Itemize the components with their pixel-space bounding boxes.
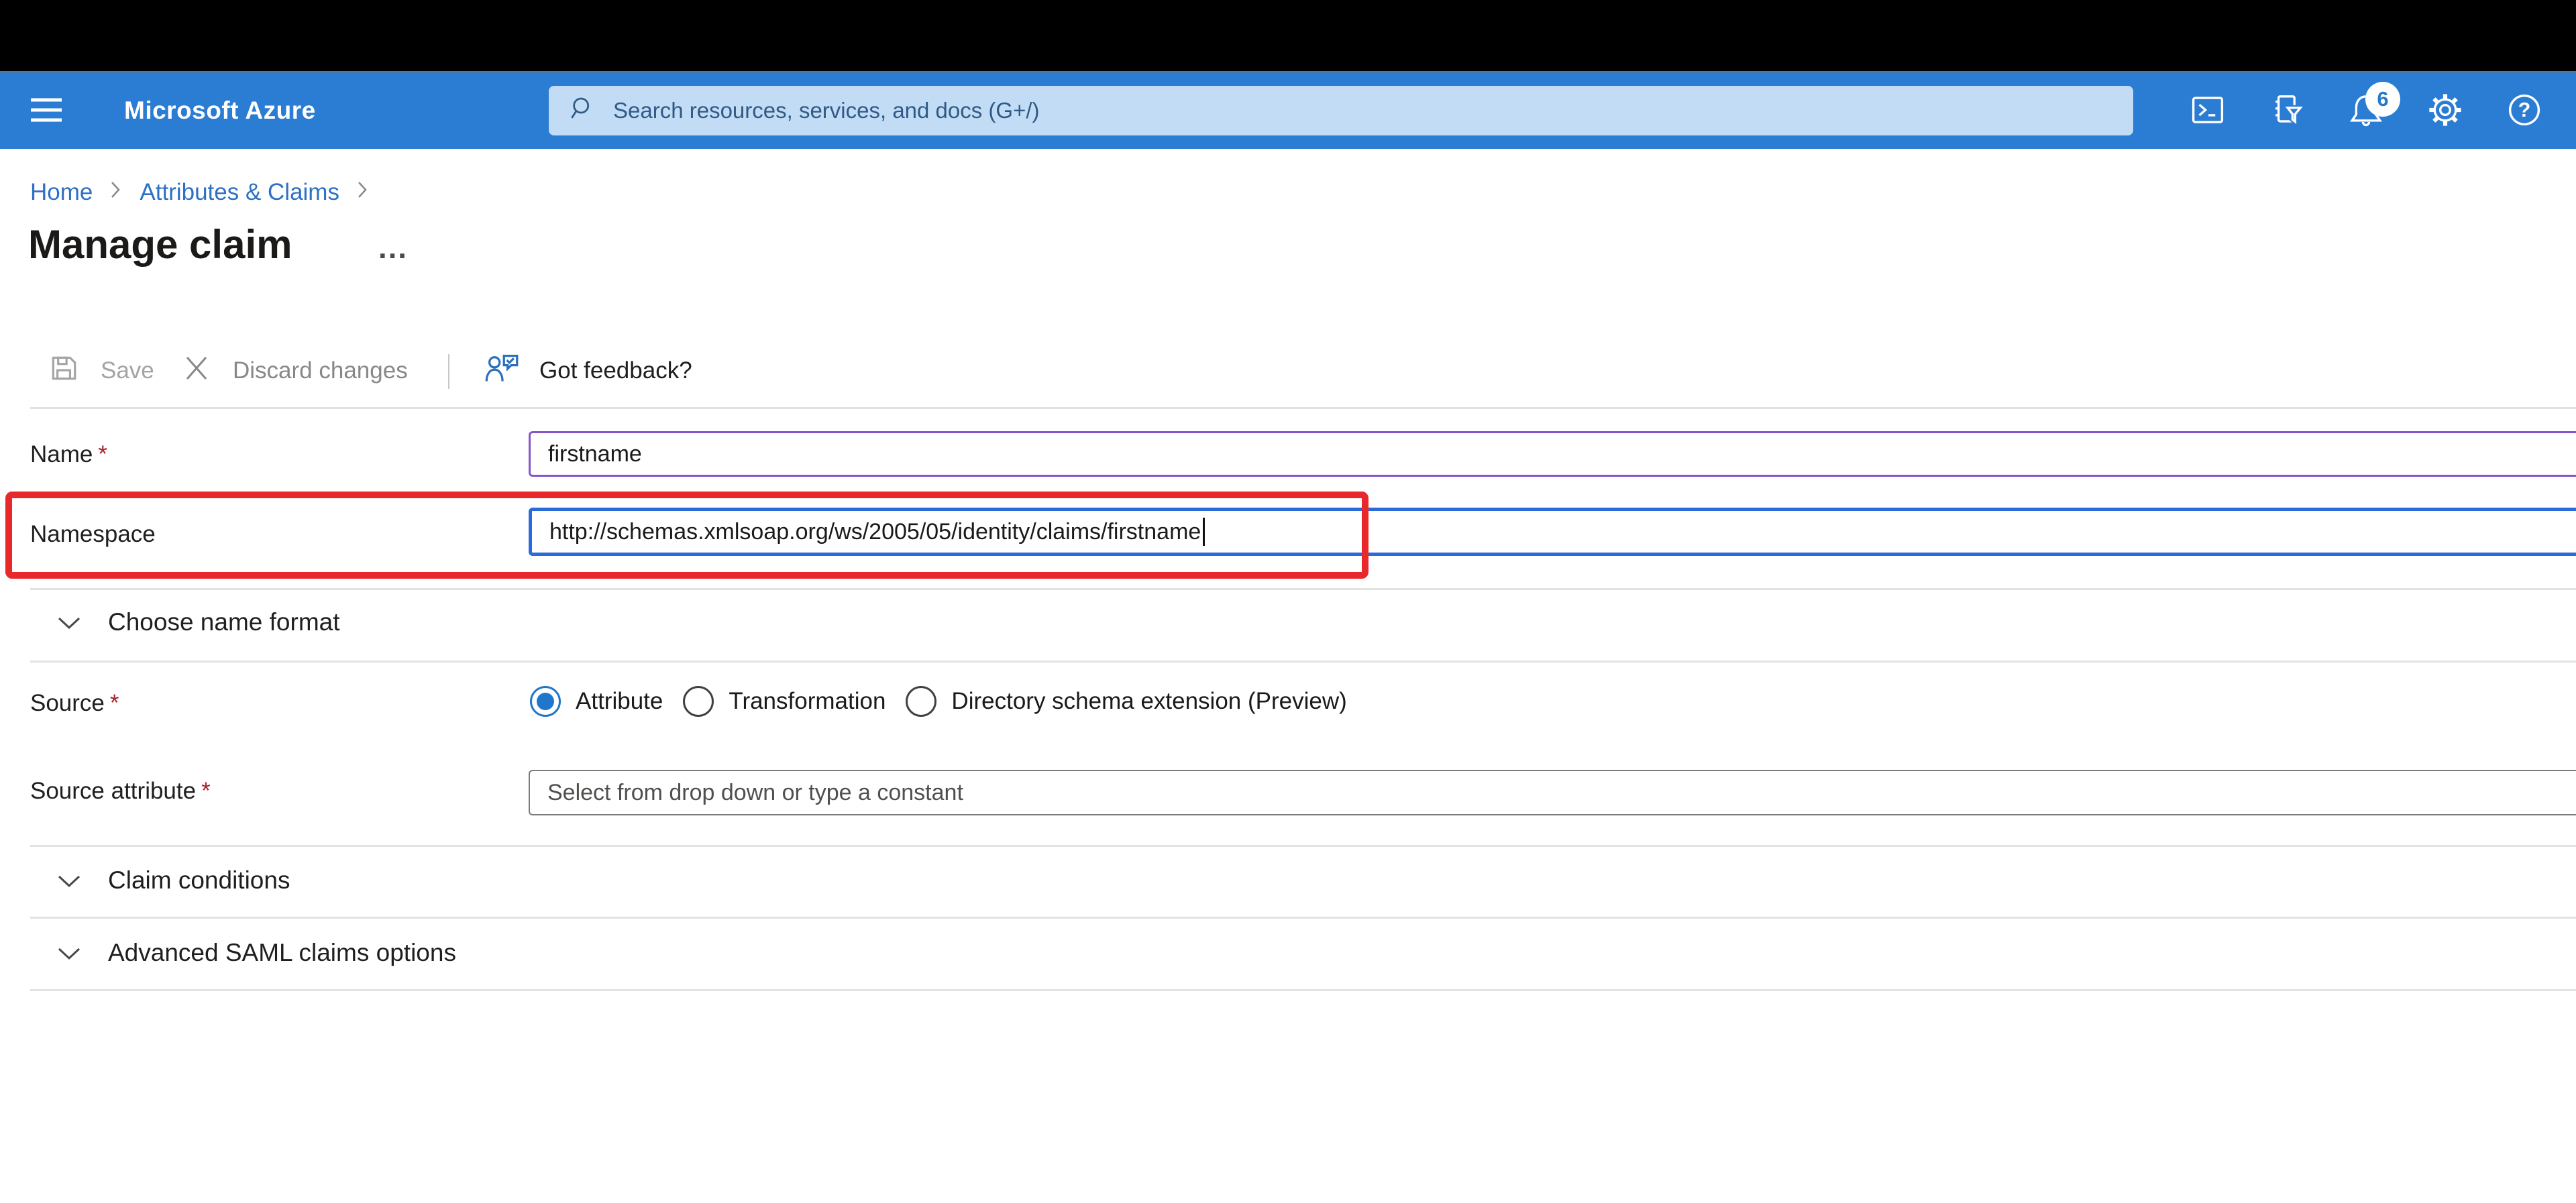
settings-button[interactable] xyxy=(2427,93,2463,129)
discard-changes-label: Discard changes xyxy=(233,357,408,384)
brand-title: Microsoft Azure xyxy=(124,97,316,124)
save-icon xyxy=(47,351,80,391)
directories-filter-button[interactable] xyxy=(2269,92,2306,130)
advanced-saml-options-expander[interactable]: Advanced SAML claims options xyxy=(57,938,456,968)
discard-changes-button[interactable]: Discard changes xyxy=(180,351,408,390)
got-feedback-label: Got feedback? xyxy=(539,357,692,384)
source-radio-group: Attribute Transformation Directory schem… xyxy=(530,683,1347,720)
claim-conditions-label: Claim conditions xyxy=(108,866,290,894)
radio-unselected-icon xyxy=(683,686,714,717)
source-field-label: Source * xyxy=(30,690,119,716)
choose-name-format-label: Choose name format xyxy=(108,608,340,636)
radio-option-attribute[interactable]: Attribute xyxy=(530,686,663,717)
text-cursor xyxy=(1203,518,1205,546)
namespace-field-label: Namespace xyxy=(30,521,156,547)
breadcrumb-attributes-claims-link[interactable]: Attributes & Claims xyxy=(140,179,339,206)
more-options-button[interactable]: … xyxy=(377,229,410,266)
claim-conditions-expander[interactable]: Claim conditions xyxy=(57,866,290,895)
got-feedback-button[interactable]: Got feedback? xyxy=(484,351,692,390)
advanced-saml-options-label: Advanced SAML claims options xyxy=(108,939,456,966)
hamburger-menu-button[interactable] xyxy=(16,72,76,149)
radio-option-transformation[interactable]: Transformation xyxy=(683,686,885,717)
search-icon xyxy=(568,95,597,127)
required-asterisk: * xyxy=(201,778,211,804)
divider xyxy=(30,917,2576,919)
close-icon xyxy=(180,352,213,390)
azure-topbar: Microsoft Azure Search resources, servic… xyxy=(0,71,2576,149)
global-search-input[interactable]: Search resources, services, and docs (G+… xyxy=(549,86,2133,135)
feedback-icon xyxy=(484,351,519,392)
directories-filter-icon xyxy=(2269,92,2306,130)
source-attribute-dropdown[interactable]: Select from drop down or type a constant xyxy=(529,770,2576,815)
name-field-label: Name * xyxy=(30,441,107,467)
svg-text:?: ? xyxy=(2518,99,2531,121)
namespace-input[interactable]: http://schemas.xmlsoap.org/ws/2005/05/id… xyxy=(529,508,2576,556)
chevron-right-icon xyxy=(357,179,369,206)
divider xyxy=(30,407,2576,409)
breadcrumb-home-link[interactable]: Home xyxy=(30,179,93,206)
chevron-down-icon xyxy=(57,939,81,967)
divider xyxy=(30,588,2576,590)
divider xyxy=(30,989,2576,991)
cloud-shell-button[interactable] xyxy=(2190,93,2226,129)
notification-count-badge: 6 xyxy=(2365,82,2400,117)
breadcrumb: Home Attributes & Claims xyxy=(30,176,369,209)
choose-name-format-expander[interactable]: Choose name format xyxy=(57,608,340,637)
hamburger-icon xyxy=(28,95,65,127)
radio-selected-icon xyxy=(530,686,561,717)
notifications-button[interactable]: 6 xyxy=(2348,82,2400,129)
radio-unselected-icon xyxy=(906,686,937,717)
help-button[interactable]: ? xyxy=(2506,93,2542,129)
search-placeholder-text: Search resources, services, and docs (G+… xyxy=(613,98,1040,123)
divider xyxy=(30,845,2576,847)
chevron-right-icon xyxy=(110,179,122,206)
required-asterisk: * xyxy=(109,690,119,716)
chevron-down-icon xyxy=(57,866,81,895)
gear-icon xyxy=(2427,92,2463,130)
namespace-input-value: http://schemas.xmlsoap.org/ws/2005/05/id… xyxy=(549,518,1201,545)
azure-portal-manage-claim-page: Microsoft Azure Search resources, servic… xyxy=(0,0,2576,1203)
radio-option-directory-schema-extension[interactable]: Directory schema extension (Preview) xyxy=(906,686,1347,717)
source-attribute-field-label: Source attribute * xyxy=(30,778,211,804)
letterbox-top xyxy=(0,0,2576,71)
source-attribute-placeholder: Select from drop down or type a constant xyxy=(547,779,963,805)
cloud-shell-icon xyxy=(2190,92,2226,130)
divider xyxy=(30,661,2576,663)
required-asterisk: * xyxy=(98,441,107,467)
save-button[interactable]: Save xyxy=(47,351,154,390)
page-title: Manage claim xyxy=(28,222,292,267)
name-input[interactable]: firstname xyxy=(529,431,2576,477)
name-input-value: firstname xyxy=(548,441,642,467)
chevron-down-icon xyxy=(57,608,81,636)
toolbar-divider xyxy=(448,354,449,389)
help-icon: ? xyxy=(2506,92,2542,130)
save-label: Save xyxy=(101,357,154,384)
topbar-icon-group: 6 ? xyxy=(2190,72,2542,149)
